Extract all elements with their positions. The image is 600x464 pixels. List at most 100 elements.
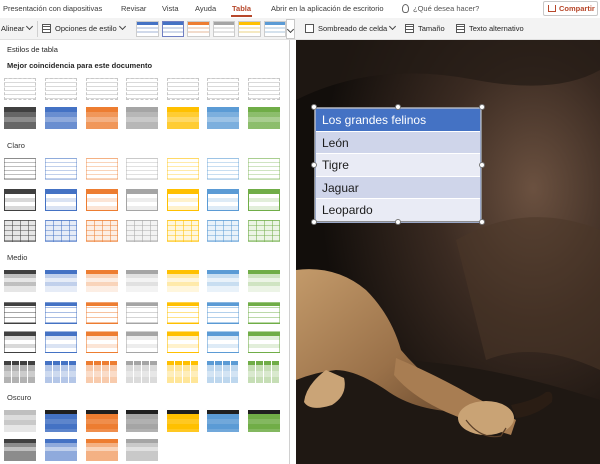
- felines-table[interactable]: Los grandes felinos León Tigre Jaguar Le…: [315, 108, 481, 223]
- table-style-thumb[interactable]: [45, 410, 77, 432]
- table-style-thumb[interactable]: [126, 410, 158, 432]
- table-style-thumb[interactable]: [207, 220, 239, 242]
- table-style-thumb[interactable]: [45, 220, 77, 242]
- table-style-thumb[interactable]: [207, 302, 239, 324]
- table-style-thumb[interactable]: [45, 78, 77, 100]
- table-style-thumb[interactable]: [167, 302, 199, 324]
- resize-handle[interactable]: [479, 104, 485, 110]
- gallery-expand-button[interactable]: [286, 19, 295, 39]
- table-style-thumb[interactable]: [45, 189, 77, 211]
- table-style-thumb[interactable]: [167, 410, 199, 432]
- table-style-thumb[interactable]: [4, 78, 36, 100]
- table-style-thumb[interactable]: [45, 361, 77, 383]
- table-style-thumb[interactable]: [207, 361, 239, 383]
- table-style-thumb[interactable]: [86, 107, 118, 129]
- share-button[interactable]: Compartir: [543, 1, 598, 16]
- table-style-thumb[interactable]: [207, 78, 239, 100]
- table-style-thumb[interactable]: [248, 302, 280, 324]
- table-style-thumb[interactable]: [86, 331, 118, 353]
- table-style-thumb[interactable]: [167, 189, 199, 211]
- tab-slideshow[interactable]: Presentación con diapositivas: [3, 4, 102, 13]
- table-style-thumb[interactable]: [45, 270, 77, 292]
- table-style-thumb[interactable]: [167, 361, 199, 383]
- search-box[interactable]: ¿Qué desea hacer?: [402, 4, 479, 13]
- table-style-thumb[interactable]: [248, 158, 280, 180]
- table-style-thumb[interactable]: [126, 158, 158, 180]
- cell-shading-button[interactable]: Sombreado de celda: [305, 22, 397, 33]
- table-style-thumb[interactable]: [126, 107, 158, 129]
- slide-canvas[interactable]: Los grandes felinos León Tigre Jaguar Le…: [296, 40, 600, 464]
- table-row[interactable]: Jaguar: [316, 176, 480, 199]
- table-style-thumb[interactable]: [4, 158, 36, 180]
- table-row[interactable]: León: [316, 131, 480, 154]
- table-style-thumb[interactable]: [126, 439, 158, 461]
- style-options-button[interactable]: Opciones de estilo: [42, 22, 126, 33]
- table-style-thumb[interactable]: [86, 189, 118, 211]
- table-style-thumb[interactable]: [126, 189, 158, 211]
- size-button[interactable]: Tamaño: [405, 24, 445, 33]
- align-button[interactable]: Alinear: [1, 22, 34, 33]
- tab-view[interactable]: Vista: [162, 4, 179, 13]
- table-style-thumb[interactable]: [248, 361, 280, 383]
- table-style-thumb[interactable]: [4, 331, 36, 353]
- table-style-thumb[interactable]: [167, 78, 199, 100]
- table-style-thumb[interactable]: [45, 107, 77, 129]
- table-style-thumb[interactable]: [167, 270, 199, 292]
- ribbon-table-style-thumb[interactable]: [238, 21, 261, 37]
- tab-review[interactable]: Revisar: [121, 4, 146, 13]
- table-style-thumb[interactable]: [248, 78, 280, 100]
- table-style-thumb[interactable]: [4, 361, 36, 383]
- table-style-thumb[interactable]: [86, 220, 118, 242]
- table-row[interactable]: Tigre: [316, 154, 480, 177]
- table-style-thumb[interactable]: [126, 270, 158, 292]
- ribbon-table-style-thumb[interactable]: [161, 21, 184, 37]
- resize-handle[interactable]: [395, 104, 401, 110]
- resize-handle[interactable]: [311, 219, 317, 225]
- table-style-thumb[interactable]: [45, 439, 77, 461]
- table-style-thumb[interactable]: [86, 78, 118, 100]
- table-style-thumb[interactable]: [167, 331, 199, 353]
- table-header-row[interactable]: Los grandes felinos: [316, 109, 480, 132]
- table-style-thumb[interactable]: [4, 107, 36, 129]
- table-style-thumb[interactable]: [4, 220, 36, 242]
- table-style-thumb[interactable]: [126, 78, 158, 100]
- table-style-thumb[interactable]: [248, 410, 280, 432]
- table-style-thumb[interactable]: [126, 220, 158, 242]
- table-style-thumb[interactable]: [86, 270, 118, 292]
- table-style-thumb[interactable]: [126, 302, 158, 324]
- ribbon-table-style-thumb[interactable]: [263, 21, 286, 37]
- tab-help[interactable]: Ayuda: [195, 4, 216, 13]
- open-desktop-app-link[interactable]: Abrir en la aplicación de escritorio: [271, 4, 384, 13]
- table-style-thumb[interactable]: [86, 410, 118, 432]
- table-style-thumb[interactable]: [4, 439, 36, 461]
- table-style-thumb[interactable]: [167, 220, 199, 242]
- table-style-thumb[interactable]: [248, 270, 280, 292]
- tab-table[interactable]: Tabla: [230, 4, 253, 17]
- table-style-thumb[interactable]: [45, 158, 77, 180]
- table-style-thumb[interactable]: [207, 270, 239, 292]
- table-style-thumb[interactable]: [86, 302, 118, 324]
- ribbon-table-style-thumb[interactable]: [187, 21, 210, 37]
- table-style-thumb[interactable]: [207, 107, 239, 129]
- table-style-thumb[interactable]: [248, 331, 280, 353]
- table-style-thumb[interactable]: [4, 189, 36, 211]
- table-style-thumb[interactable]: [86, 361, 118, 383]
- table-style-thumb[interactable]: [4, 302, 36, 324]
- table-style-thumb[interactable]: [45, 331, 77, 353]
- resize-handle[interactable]: [479, 162, 485, 168]
- table-style-thumb[interactable]: [207, 410, 239, 432]
- table-style-thumb[interactable]: [207, 331, 239, 353]
- table-style-thumb[interactable]: [207, 189, 239, 211]
- table-style-thumb[interactable]: [248, 107, 280, 129]
- alt-text-button[interactable]: Texto alternativo: [456, 24, 524, 33]
- table-style-thumb[interactable]: [45, 302, 77, 324]
- table-style-thumb[interactable]: [86, 158, 118, 180]
- table-style-thumb[interactable]: [207, 158, 239, 180]
- table-style-thumb[interactable]: [4, 270, 36, 292]
- ribbon-table-style-thumb[interactable]: [212, 21, 235, 37]
- table-style-thumb[interactable]: [167, 158, 199, 180]
- table-style-thumb[interactable]: [4, 410, 36, 432]
- resize-handle[interactable]: [479, 219, 485, 225]
- table-style-thumb[interactable]: [248, 189, 280, 211]
- resize-handle[interactable]: [311, 162, 317, 168]
